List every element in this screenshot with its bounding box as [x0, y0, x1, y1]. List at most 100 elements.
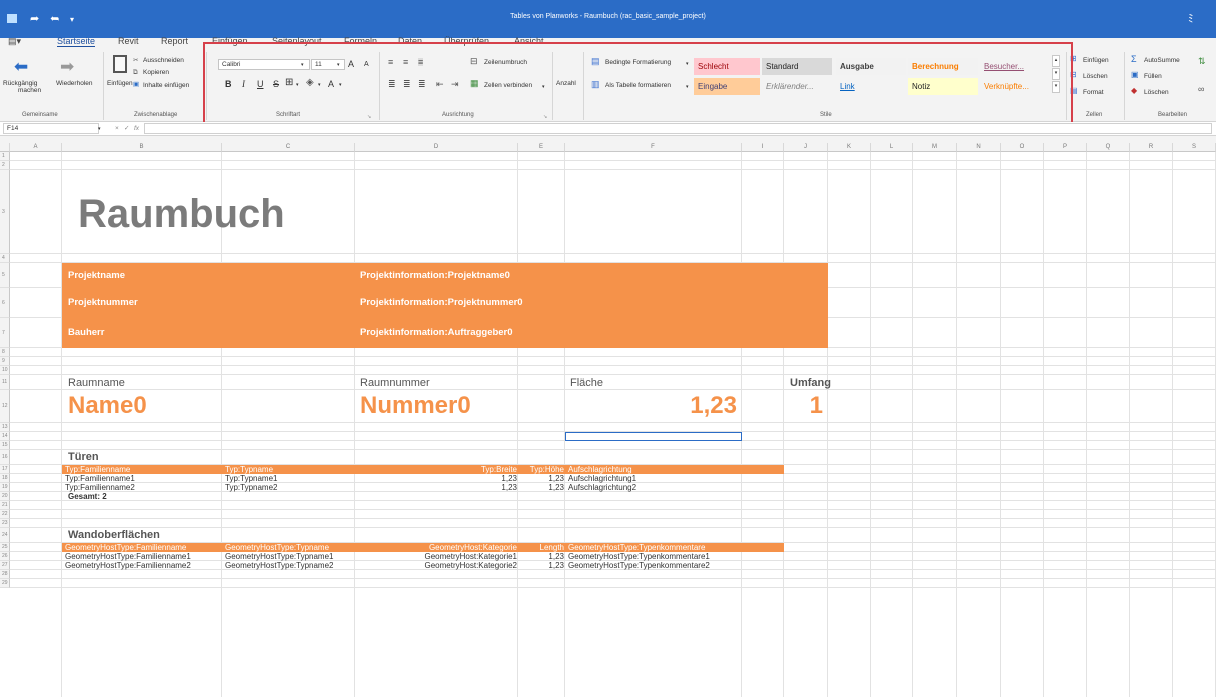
font-color-button[interactable]: A — [328, 80, 334, 89]
column-header[interactable]: P — [1044, 143, 1087, 152]
align-bottom-icon[interactable]: ≡ — [418, 58, 424, 67]
align-middle-icon[interactable]: ≡ — [403, 58, 408, 67]
tab-ueberpruefen[interactable]: Überprüfen — [444, 36, 489, 46]
font-shrink-button[interactable]: A — [364, 61, 369, 69]
row-header[interactable]: 9 — [0, 357, 10, 366]
font-dialog-launcher-icon[interactable]: ↘ — [367, 113, 371, 121]
row-header[interactable]: 8 — [0, 348, 10, 357]
row-header[interactable]: 16 — [0, 450, 10, 465]
tab-daten[interactable]: Daten — [398, 36, 422, 46]
row-header[interactable]: 3 — [0, 170, 10, 254]
fx-icon[interactable]: fx — [134, 125, 139, 133]
column-header[interactable]: C — [222, 143, 355, 152]
border-chevron-icon[interactable]: ▾ — [296, 81, 299, 89]
merge-chevron-icon[interactable]: ▾ — [542, 83, 545, 91]
file-menu-icon[interactable]: ▤▾ — [8, 36, 21, 47]
merge-cells-button[interactable]: Zellen verbinden — [484, 82, 532, 90]
autosum-button[interactable]: AutoSumme — [1144, 57, 1180, 65]
sort-filter-icon[interactable]: ⇅ — [1198, 57, 1206, 66]
column-header[interactable]: I — [742, 143, 784, 152]
italic-button[interactable]: I — [242, 80, 245, 89]
tab-formeln[interactable]: Formeln — [344, 36, 377, 46]
redo-big-icon[interactable]: ➡ — [60, 58, 74, 75]
font-size-chevron-icon[interactable]: ▾ — [337, 61, 340, 69]
row-header[interactable]: 22 — [0, 510, 10, 519]
row-header[interactable]: 20 — [0, 492, 10, 501]
style-link[interactable]: Link — [836, 78, 906, 95]
row-header[interactable]: 29 — [0, 579, 10, 588]
column-header[interactable]: L — [871, 143, 913, 152]
style-besucher[interactable]: Besucher... — [980, 58, 1048, 75]
row-header[interactable]: 18 — [0, 474, 10, 483]
row-header[interactable]: 11 — [0, 375, 10, 390]
delete-cells-button[interactable]: Löschen — [1083, 73, 1108, 81]
row-header[interactable]: 12 — [0, 390, 10, 423]
number-format-button[interactable]: Anzahl — [556, 80, 576, 88]
tab-revit[interactable]: Revit — [118, 36, 139, 46]
font-color-chevron-icon[interactable]: ▾ — [339, 81, 342, 89]
format-as-table-button[interactable]: Als Tabelle formatieren — [605, 82, 671, 90]
style-ausgabe[interactable]: Ausgabe — [836, 58, 906, 75]
column-header[interactable]: K — [828, 143, 871, 152]
row-header[interactable]: 26 — [0, 552, 10, 561]
name-box-chevron-icon[interactable]: ▾ — [98, 125, 101, 133]
conditional-format-chevron-icon[interactable]: ▾ — [686, 60, 689, 68]
row-header[interactable]: 19 — [0, 483, 10, 492]
tab-ansicht[interactable]: Ansicht — [514, 36, 544, 46]
paste-button[interactable]: Einfügen — [107, 80, 133, 88]
style-standard[interactable]: Standard — [762, 58, 832, 75]
format-as-table-chevron-icon[interactable]: ▾ — [686, 83, 689, 91]
style-verknuepfte[interactable]: Verknüpfte... — [980, 78, 1048, 95]
border-icon[interactable]: ⊞ — [285, 78, 293, 88]
undo-big-icon[interactable]: ⬅ — [14, 58, 28, 75]
styles-scroll-down-icon[interactable]: ▾ — [1052, 68, 1060, 80]
style-eingabe[interactable]: Eingabe — [694, 78, 760, 95]
row-header[interactable]: 10 — [0, 366, 10, 375]
clear-button[interactable]: Löschen — [1144, 89, 1169, 97]
column-header[interactable]: B — [62, 143, 222, 152]
wrap-text-button[interactable]: Zeilenumbruch — [484, 59, 527, 67]
find-binoculars-icon[interactable]: ∞ — [1198, 85, 1204, 94]
tab-einfuegen[interactable]: Einfügen — [212, 36, 248, 46]
cut-button[interactable]: Ausschneiden — [143, 57, 184, 65]
align-left-icon[interactable]: ≣ — [388, 80, 396, 89]
formula-input[interactable] — [144, 123, 1212, 134]
styles-more-icon[interactable]: ▾ — [1052, 81, 1060, 93]
format-cells-button[interactable]: Format — [1083, 89, 1104, 97]
row-header[interactable]: 14 — [0, 432, 10, 441]
style-erklaerend[interactable]: Erklärender... — [762, 78, 832, 95]
indent-increase-icon[interactable]: ⇥ — [451, 80, 459, 89]
row-header[interactable]: 17 — [0, 465, 10, 474]
cancel-icon[interactable]: × — [115, 125, 119, 133]
underline-button[interactable]: U — [257, 80, 264, 89]
row-header[interactable]: 24 — [0, 528, 10, 543]
row-header[interactable]: 2 — [0, 161, 10, 170]
align-dialog-launcher-icon[interactable]: ↘ — [543, 113, 547, 121]
row-header[interactable]: 23 — [0, 519, 10, 528]
row-header[interactable]: 4 — [0, 254, 10, 263]
font-name-chevron-icon[interactable]: ▾ — [301, 61, 304, 69]
indent-decrease-icon[interactable]: ⇤ — [436, 80, 444, 89]
tab-seitenlayout[interactable]: Seitenlayout — [272, 36, 322, 46]
fill-button[interactable]: Füllen — [1144, 73, 1162, 81]
column-header[interactable]: S — [1173, 143, 1216, 152]
column-header[interactable]: M — [913, 143, 957, 152]
name-box[interactable]: F14 — [3, 123, 99, 134]
column-header[interactable]: O — [1001, 143, 1044, 152]
style-notiz[interactable]: Notiz — [908, 78, 978, 95]
fill-color-icon[interactable]: ◈ — [306, 78, 314, 88]
tab-startseite[interactable]: Startseite — [57, 36, 96, 47]
column-header[interactable]: N — [957, 143, 1001, 152]
row-header[interactable]: 13 — [0, 423, 10, 432]
strikethrough-button[interactable]: S — [273, 80, 279, 89]
column-header[interactable]: D — [355, 143, 518, 152]
font-name-select[interactable]: Calibri — [218, 59, 310, 70]
fill-color-chevron-icon[interactable]: ▾ — [318, 81, 321, 89]
style-berechnung[interactable]: Berechnung — [908, 58, 978, 75]
row-header[interactable]: 21 — [0, 501, 10, 510]
column-header[interactable]: F — [565, 143, 742, 152]
column-header[interactable]: J — [784, 143, 828, 152]
collapse-ribbon-icon[interactable]: ﾐ — [1188, 14, 1194, 25]
row-header[interactable]: 7 — [0, 318, 10, 348]
column-header[interactable]: A — [10, 143, 62, 152]
